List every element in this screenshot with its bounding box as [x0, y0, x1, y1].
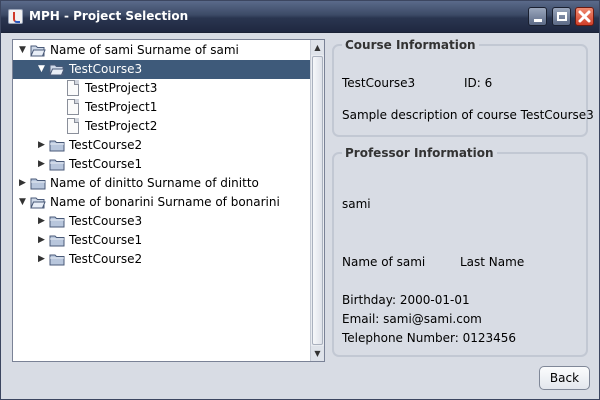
tree-folder-node[interactable]: ▶ TestCourse2	[13, 136, 310, 155]
expand-arrow-icon[interactable]: ▶	[37, 160, 46, 169]
folder-icon	[49, 139, 65, 152]
tree-folder-node[interactable]: ▶ TestCourse1	[13, 155, 310, 174]
course-description: Sample description of course TestCourse3	[342, 108, 594, 122]
professor-information-title: Professor Information	[342, 146, 497, 160]
course-information-group: Course Information TestCourse3 ID: 6 Sam…	[332, 38, 594, 137]
professor-email: Email: sami@sami.com	[342, 312, 482, 326]
tree-node-label: TestProject2	[85, 119, 158, 133]
tree-folder-node[interactable]: ▼ TestCourse3	[13, 60, 310, 79]
file-icon	[67, 99, 79, 115]
collapse-arrow-icon[interactable]: ▼	[37, 65, 46, 74]
tree-folder-node[interactable]: ▶ Name of dinitto Surname of dinitto	[13, 174, 310, 193]
collapse-arrow-icon[interactable]: ▼	[18, 46, 27, 55]
folder-icon	[49, 234, 65, 247]
expand-arrow-icon[interactable]: ▶	[37, 141, 46, 150]
maximize-button[interactable]	[552, 7, 571, 26]
tree-folder-node[interactable]: ▶ TestCourse3	[13, 212, 310, 231]
file-icon	[67, 118, 79, 134]
professor-birthday: Birthday: 2000-01-01	[342, 293, 470, 307]
course-id: ID: 6	[464, 76, 493, 90]
expand-arrow-icon[interactable]: ▶	[18, 179, 27, 188]
tree-project-node[interactable]: TestProject1	[13, 98, 310, 117]
title-bar[interactable]: MPH - Project Selection	[1, 1, 599, 33]
window-title: MPH - Project Selection	[29, 9, 189, 23]
java-app-icon	[8, 9, 23, 24]
expand-arrow-icon[interactable]: ▶	[37, 217, 46, 226]
tree-node-label: TestProject1	[85, 100, 158, 114]
tree-node-label: TestCourse1	[69, 157, 143, 171]
project-tree-panel: ▼ Name of sami Surname of sami ▼ TestCourse…	[12, 39, 325, 362]
expand-arrow-icon[interactable]: ▶	[37, 255, 46, 264]
expand-arrow-icon[interactable]: ▶	[37, 236, 46, 245]
course-name: TestCourse3	[342, 76, 416, 90]
professor-username: sami	[342, 197, 371, 211]
project-selection-window: MPH - Project Selection ▼ Name of sami Su…	[0, 0, 600, 400]
tree-node-label: TestCourse3	[69, 62, 143, 76]
tree-project-node[interactable]: TestProject3	[13, 79, 310, 98]
tree-node-label: Name of dinitto Surname of dinitto	[50, 176, 259, 190]
tree-folder-node[interactable]: ▼ Name of sami Surname of sami	[13, 41, 310, 60]
folder-open-icon	[30, 196, 46, 209]
minimize-button[interactable]	[528, 7, 547, 26]
folder-open-icon	[49, 63, 65, 76]
tree-node-label: Name of sami Surname of sami	[50, 43, 239, 57]
folder-open-icon	[30, 44, 46, 57]
professor-last-name: Last Name	[460, 255, 525, 269]
tree-node-label: TestProject3	[85, 81, 158, 95]
tree-folder-node[interactable]: ▼ Name of bonarini Surname of bonarini	[13, 193, 310, 212]
scroll-up-button[interactable]: ▲	[311, 40, 324, 55]
tree-folder-node[interactable]: ▶ TestCourse1	[13, 231, 310, 250]
folder-icon	[30, 177, 46, 190]
scroll-down-button[interactable]: ▼	[311, 346, 324, 361]
tree-node-label: TestCourse2	[69, 138, 143, 152]
close-icon	[578, 10, 591, 23]
folder-icon	[49, 215, 65, 228]
close-button[interactable]	[575, 7, 594, 26]
tree-folder-node[interactable]: ▶ TestCourse2	[13, 250, 310, 269]
professor-information-group: Professor Information sami Name of sami …	[332, 146, 588, 357]
arrow-up-icon: ▲	[314, 43, 321, 52]
scroll-thumb[interactable]	[312, 56, 323, 345]
maximize-icon	[557, 12, 567, 21]
tree-node-label: Name of bonarini Surname of bonarini	[50, 195, 280, 209]
course-information-title: Course Information	[342, 38, 479, 52]
tree-vertical-scrollbar[interactable]: ▲ ▼	[310, 40, 324, 361]
collapse-arrow-icon[interactable]: ▼	[18, 198, 27, 207]
professor-telephone: Telephone Number: 0123456	[342, 331, 517, 345]
tree-node-label: TestCourse2	[69, 252, 143, 266]
folder-icon	[49, 253, 65, 266]
minimize-icon	[534, 19, 542, 22]
file-icon	[67, 80, 79, 96]
project-tree[interactable]: ▼ Name of sami Surname of sami ▼ TestCourse…	[13, 40, 310, 361]
back-button[interactable]: Back	[539, 366, 590, 390]
tree-node-label: TestCourse1	[69, 233, 143, 247]
arrow-down-icon: ▼	[314, 349, 321, 358]
professor-name: Name of sami	[342, 255, 426, 269]
tree-node-label: TestCourse3	[69, 214, 143, 228]
tree-project-node[interactable]: TestProject2	[13, 117, 310, 136]
folder-icon	[49, 158, 65, 171]
